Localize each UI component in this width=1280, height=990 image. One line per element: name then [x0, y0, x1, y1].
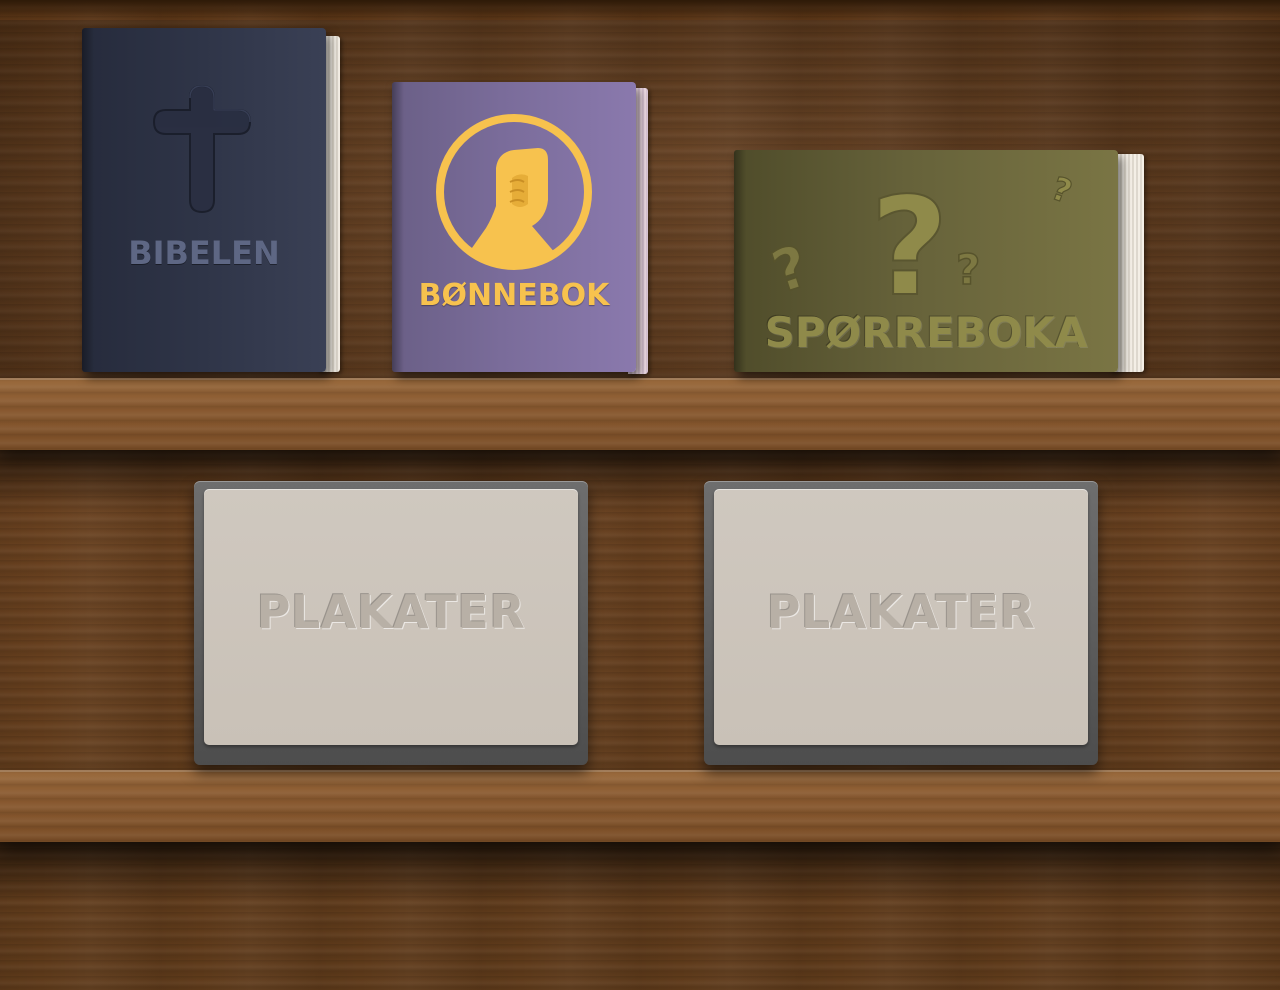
upper-shelf-board: [0, 378, 1280, 450]
bible-title: BIBELEN: [128, 234, 280, 272]
prayer-book[interactable]: BØNNEBOK: [392, 82, 654, 376]
prayer-title: BØNNEBOK: [418, 278, 610, 313]
svg-text:?: ?: [764, 232, 817, 307]
poster-card-1[interactable]: PLAKATER: [194, 481, 588, 765]
poster-label: PLAKATER: [766, 585, 1036, 639]
bible-book[interactable]: BIBELEN: [82, 28, 344, 376]
question-title: SPØRREBOKA: [764, 308, 1088, 357]
question-book[interactable]: ? ? ? ? SPØRREBOKA: [734, 150, 1146, 376]
praying-hands-icon: [436, 114, 592, 270]
shelf-top-edge: [0, 0, 1280, 18]
poster-panel: PLAKATER: [204, 489, 578, 745]
question-cover: ? ? ? ? SPØRREBOKA: [734, 150, 1118, 372]
cross-icon: [152, 84, 252, 214]
svg-text:?: ?: [1047, 169, 1077, 211]
poster-panel: PLAKATER: [714, 489, 1088, 745]
poster-label: PLAKATER: [256, 585, 526, 639]
poster-card-2[interactable]: PLAKATER: [704, 481, 1098, 765]
svg-text:?: ?: [870, 169, 949, 327]
svg-text:?: ?: [956, 245, 980, 294]
lower-shelf-board: [0, 770, 1280, 842]
prayer-cover: BØNNEBOK: [392, 82, 636, 372]
bible-cover: BIBELEN: [82, 28, 326, 372]
lower-shelf-shadow: [0, 842, 1280, 902]
